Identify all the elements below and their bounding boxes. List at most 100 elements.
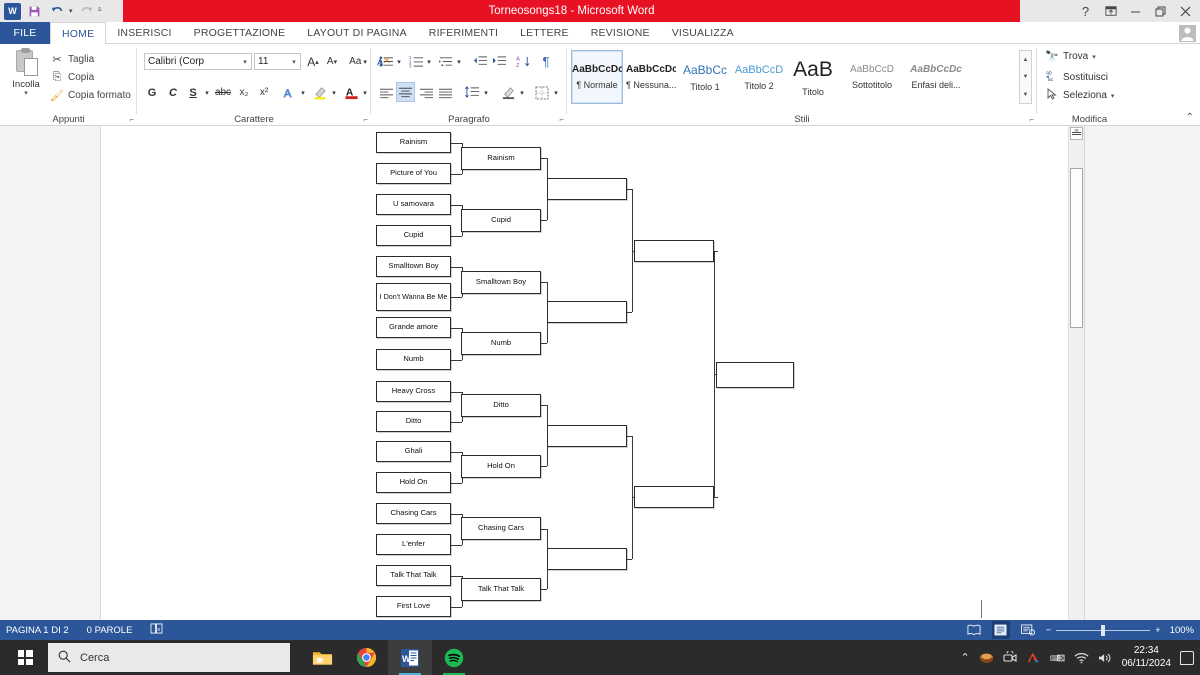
multilevel-list-icon[interactable] [437, 52, 455, 71]
taskbar-app-file-explorer[interactable] [300, 640, 344, 675]
page-indicator[interactable]: PAGINA 1 DI 2 [6, 625, 69, 636]
numbering-icon[interactable]: 123 [407, 52, 425, 71]
customize-quick-access-icon[interactable]: ⩯ [98, 7, 102, 15]
undo-dropdown-icon[interactable]: ▾ [69, 7, 73, 15]
minimize-button[interactable] [1123, 0, 1148, 22]
tab-riferimenti[interactable]: RIFERIMENTI [418, 22, 509, 44]
format-painter-button[interactable]: 🖌 Copia formato [50, 89, 131, 102]
tab-inserisci[interactable]: INSERISCI [106, 22, 182, 44]
bold-button[interactable]: G [144, 83, 160, 102]
find-button[interactable]: 🔭 Trova ▾ [1045, 50, 1096, 63]
adobe-icon[interactable] [1026, 651, 1041, 664]
redo-icon[interactable] [77, 2, 96, 20]
style-nessuna-spaziatura[interactable]: AaBbCcDc ¶ Nessuna... [625, 50, 677, 104]
zoom-in-button[interactable]: + [1155, 625, 1161, 636]
chevron-down-icon[interactable]: ▾ [288, 58, 300, 66]
bullets-icon[interactable] [377, 52, 395, 71]
underline-dropdown-icon[interactable]: ▾ [202, 83, 212, 102]
copy-button[interactable]: ⎘ Copia [50, 71, 95, 84]
font-family-select[interactable]: Calibri (Corp ▾ [144, 53, 252, 70]
text-effects-dropdown-icon[interactable]: ▾ [298, 83, 308, 102]
find-dropdown-icon[interactable]: ▾ [1092, 53, 1096, 61]
style-titolo-2[interactable]: AaBbCcD Titolo 2 [733, 50, 785, 104]
chevron-down-icon[interactable]: ▾ [239, 58, 251, 66]
stili-dialog-launcher[interactable]: ⌐ [1029, 115, 1034, 124]
windows-start-icon[interactable] [4, 640, 46, 675]
align-right-icon[interactable] [417, 83, 435, 102]
grow-font-button[interactable]: A ▴ [304, 52, 322, 71]
justify-icon[interactable] [436, 83, 454, 102]
taskbar-search-box[interactable]: Cerca [48, 643, 290, 672]
keyboard-icon[interactable]: ⌨ [1050, 652, 1065, 664]
close-button[interactable] [1173, 0, 1198, 22]
paste-dropdown-icon[interactable]: ▾ [24, 90, 28, 97]
bracket-r2-match4[interactable]: Numb [461, 332, 541, 355]
styles-scroll-down-icon[interactable]: ▼ [1020, 69, 1031, 86]
font-size-select[interactable]: 11 ▾ [254, 53, 301, 70]
line-spacing-icon[interactable] [463, 83, 481, 102]
text-effects-icon[interactable]: A [280, 83, 298, 102]
highlight-dropdown-icon[interactable]: ▾ [329, 83, 339, 102]
web-layout-icon[interactable] [1019, 621, 1037, 639]
show-formatting-marks-button[interactable]: ¶ [537, 52, 555, 71]
wifi-icon[interactable] [1074, 652, 1089, 664]
align-left-icon[interactable] [377, 83, 395, 102]
tab-layout-di-pagina[interactable]: LAYOUT DI PAGINA [296, 22, 417, 44]
styles-scroll-up-icon[interactable]: ▲ [1020, 51, 1031, 68]
bracket-r2-match8[interactable]: Talk That Talk [461, 578, 541, 601]
bracket-r2-match6[interactable]: Hold On [461, 455, 541, 478]
taskbar-app-google-chrome[interactable] [344, 640, 388, 675]
taskbar-app-microsoft-word[interactable]: W [388, 640, 432, 675]
camera-icon[interactable] [1003, 651, 1017, 664]
tab-progettazione[interactable]: PROGETTAZIONE [183, 22, 297, 44]
bracket-r3-match2[interactable] [547, 301, 627, 323]
bracket-r1-match8-team2[interactable]: First Love [376, 596, 451, 617]
bracket-r1-match5-team2[interactable]: Ditto [376, 411, 451, 432]
bracket-r2-match1[interactable]: Rainism [461, 147, 541, 170]
underline-button[interactable]: S [185, 83, 201, 102]
shrink-font-button[interactable]: A ▾ [323, 52, 341, 71]
proofing-icon[interactable]: x [150, 623, 163, 637]
print-layout-icon[interactable] [991, 621, 1010, 639]
style-titolo-1[interactable]: AaBbCc Titolo 1 [679, 50, 731, 104]
word-count[interactable]: 0 PAROLE [87, 625, 133, 636]
bracket-r1-match7-team1[interactable]: Chasing Cars [376, 503, 451, 524]
tab-visualizza[interactable]: VISUALIZZA [661, 22, 745, 44]
ribbon-display-options-icon[interactable] [1098, 0, 1123, 22]
replace-button[interactable]: ab ac Sostituisci [1045, 69, 1108, 85]
bracket-r1-match3-team2[interactable]: I Don't Wanna Be Me [376, 283, 451, 311]
appunti-dialog-launcher[interactable]: ⌐ [129, 115, 134, 124]
styles-more-icon[interactable]: ▼ [1020, 86, 1031, 103]
styles-gallery-scroll[interactable]: ▲ ▼ ▼ [1019, 50, 1032, 104]
chevron-up-icon[interactable]: ⌃ [960, 651, 969, 664]
notifications-icon[interactable] [1180, 650, 1194, 665]
cut-button[interactable]: ✂ Taglia [50, 53, 94, 66]
read-mode-icon[interactable] [965, 621, 983, 639]
undo-icon[interactable] [48, 2, 67, 20]
select-dropdown-icon[interactable]: ▾ [1111, 92, 1115, 100]
zoom-slider[interactable]: − + [1046, 624, 1161, 636]
bracket-r4-match1[interactable] [634, 240, 714, 262]
vertical-scrollbar[interactable] [1068, 126, 1084, 620]
subscript-button[interactable]: x₂ [235, 83, 253, 102]
style-normale[interactable]: AaBbCcDc ¶ Normale [571, 50, 623, 104]
bracket-r1-match1-team2[interactable]: Picture of You [376, 163, 451, 184]
split-window-icon[interactable] [1070, 127, 1083, 140]
bracket-r1-match5-team1[interactable]: Heavy Cross [376, 381, 451, 402]
user-account-icon[interactable] [1178, 24, 1196, 42]
numbering-dropdown-icon[interactable]: ▾ [424, 52, 434, 71]
bracket-r4-match2[interactable] [634, 486, 714, 508]
tab-file[interactable]: FILE [0, 22, 50, 44]
bracket-r1-match7-team2[interactable]: L'enfer [376, 534, 451, 555]
bracket-r2-match3[interactable]: Smalltown Boy [461, 271, 541, 294]
tab-home[interactable]: HOME [50, 22, 107, 45]
borders-icon[interactable] [533, 83, 551, 102]
help-button[interactable]: ? [1073, 0, 1098, 22]
line-spacing-dropdown-icon[interactable]: ▾ [481, 83, 491, 102]
superscript-button[interactable]: x² [255, 83, 273, 102]
zoom-track[interactable] [1056, 624, 1151, 636]
document-page[interactable]: Rainism Picture of You U samovara Cupid … [100, 126, 1085, 620]
borders-dropdown-icon[interactable]: ▾ [551, 83, 561, 102]
bracket-r3-match4[interactable] [547, 548, 627, 570]
bracket-r2-match5[interactable]: Ditto [461, 394, 541, 417]
